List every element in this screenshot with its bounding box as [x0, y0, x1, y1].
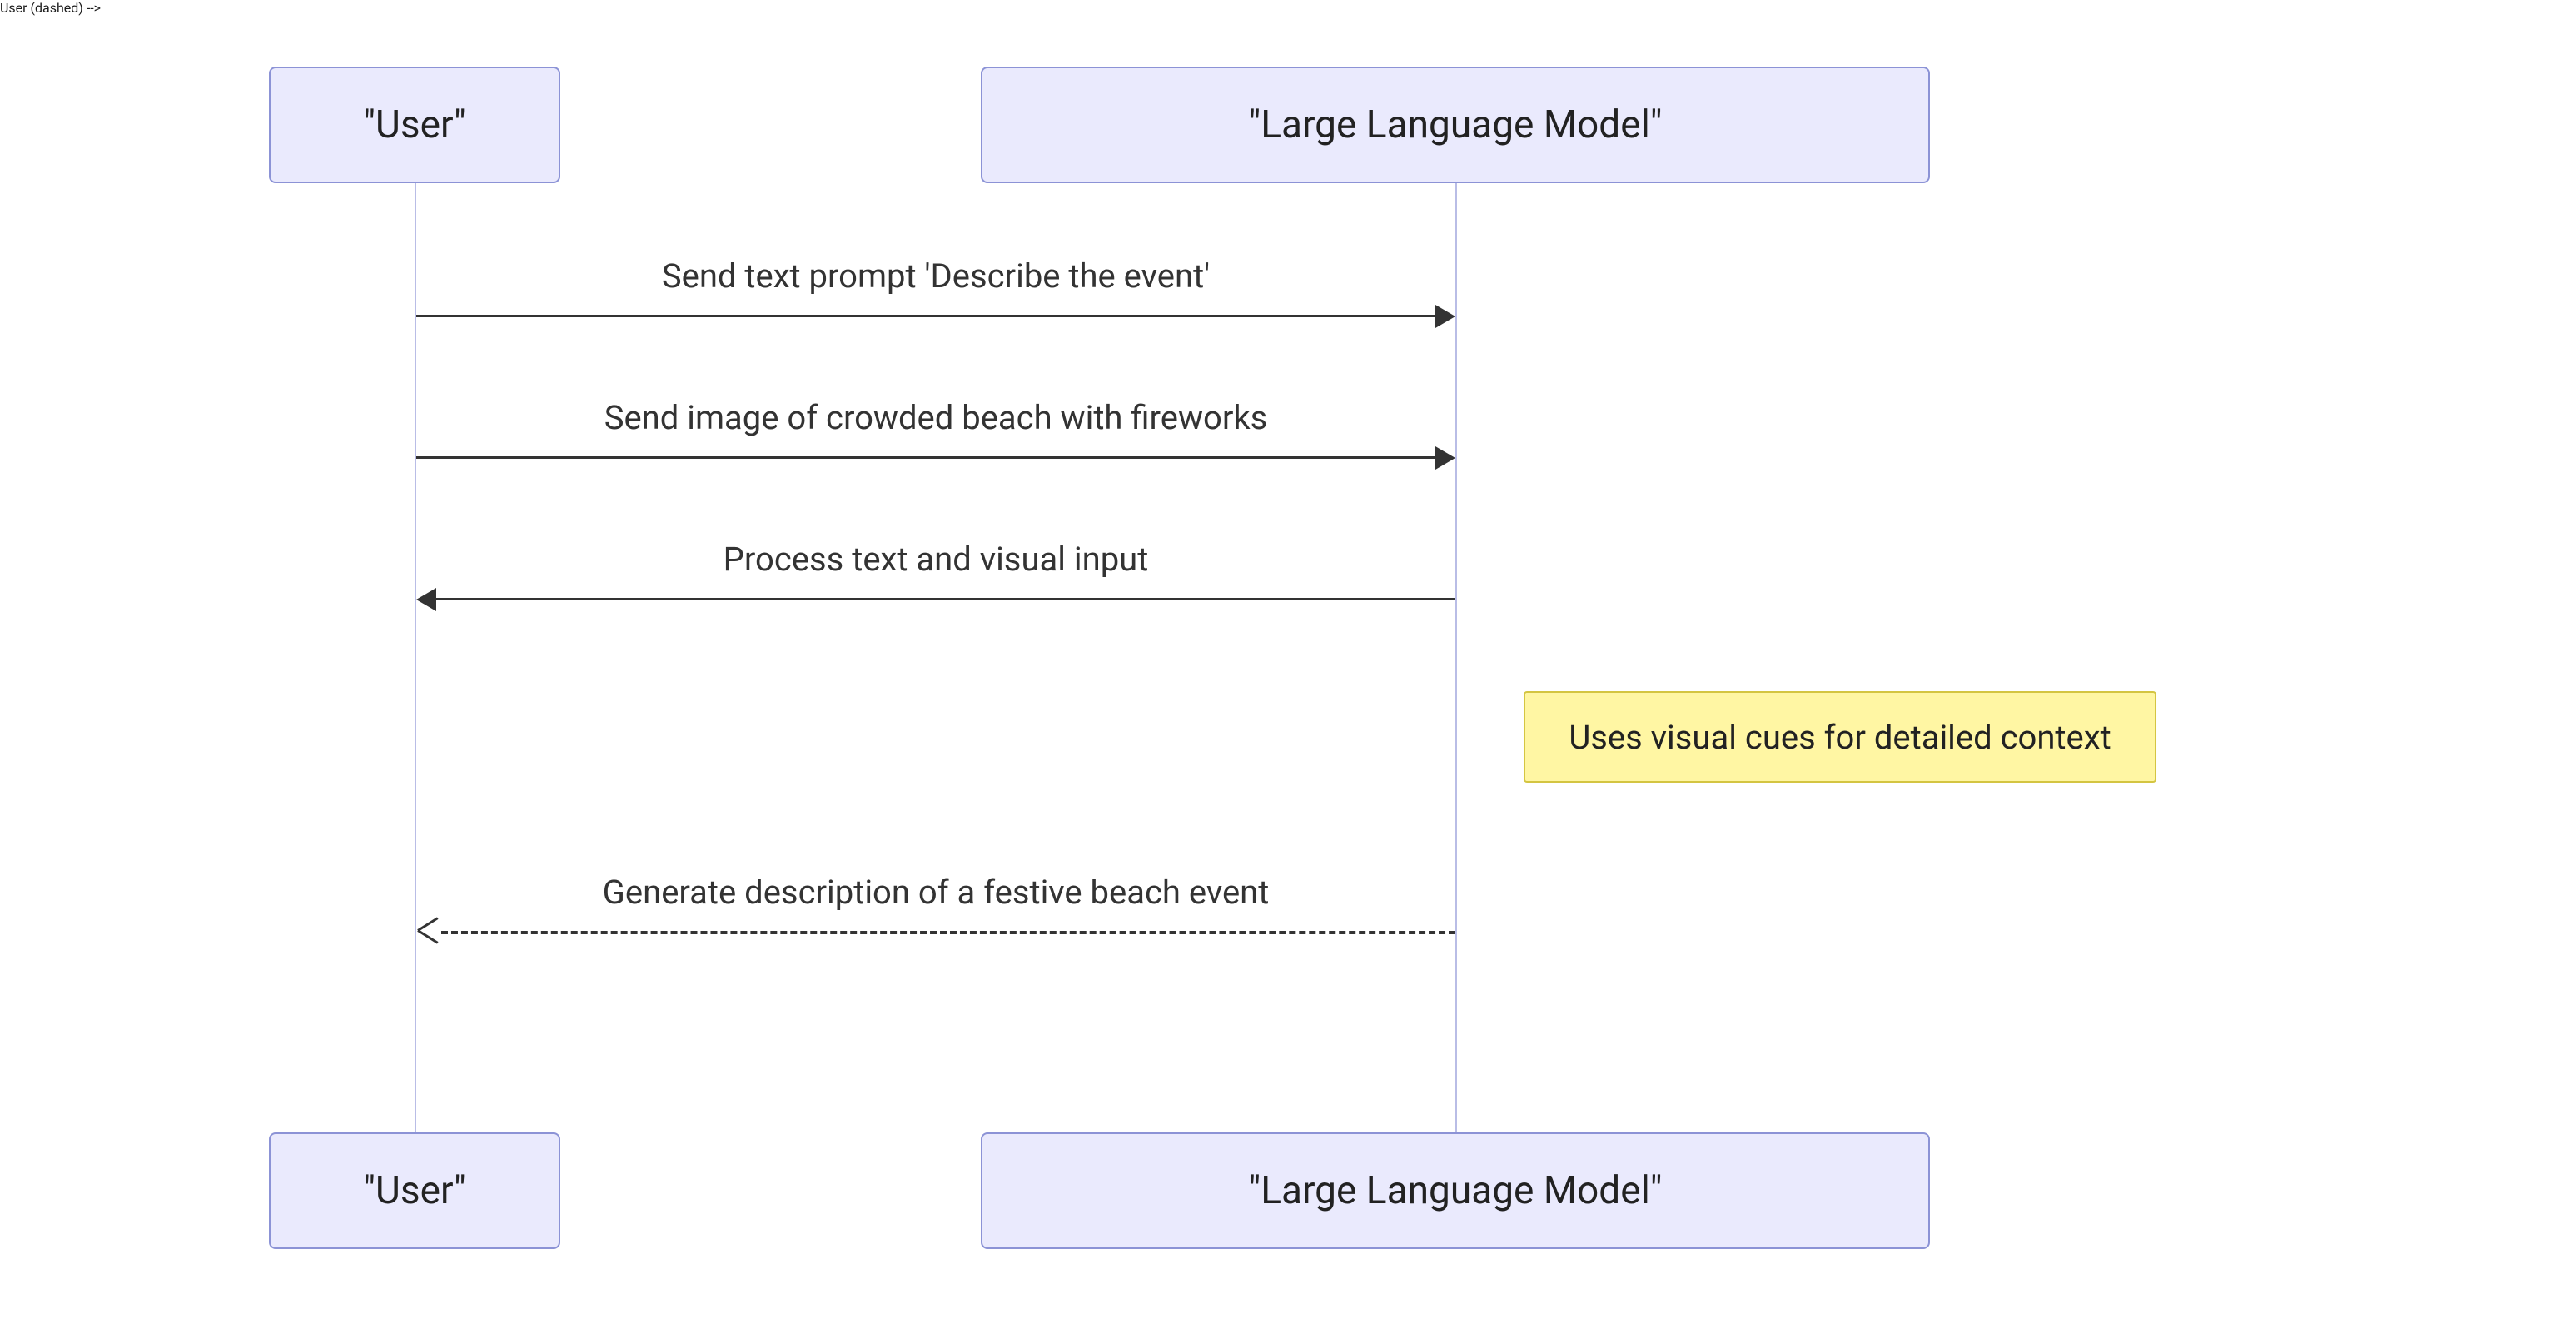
message-3-arrowhead [416, 588, 436, 611]
actor-user-bottom: "User" [269, 1132, 560, 1249]
message-4-label: Generate description of a festive beach … [416, 873, 1455, 912]
actor-llm-label: "Large Language Model" [1248, 102, 1662, 147]
message-3-label: Process text and visual input [416, 540, 1455, 579]
actor-llm-top: "Large Language Model" [981, 67, 1930, 183]
message-2-arrowhead [1435, 446, 1455, 470]
actor-user-top: "User" [269, 67, 560, 183]
lifeline-llm [1455, 183, 1457, 1132]
actor-llm-label-bottom: "Large Language Model" [1248, 1168, 1662, 1213]
message-4-arrowhead [418, 919, 438, 943]
message-1-label: Send text prompt 'Describe the event' [416, 256, 1455, 296]
actor-user-label: "User" [363, 102, 465, 147]
message-1-arrowhead [1435, 305, 1455, 328]
sequence-diagram: "User" "Large Language Model" "User" "La… [0, 0, 2576, 1324]
note-text: Uses visual cues for detailed context [1569, 718, 2111, 757]
actor-user-label-bottom: "User" [363, 1168, 465, 1213]
actor-llm-bottom: "Large Language Model" [981, 1132, 1930, 1249]
message-1-arrow [416, 315, 1435, 317]
message-3-arrow [436, 598, 1455, 600]
message-2-label: Send image of crowded beach with firewor… [416, 398, 1455, 437]
note-visual-cues: Uses visual cues for detailed context [1524, 691, 2156, 783]
lifeline-user [415, 183, 416, 1132]
message-2-arrow [416, 456, 1435, 459]
message-4-arrow [441, 931, 1455, 934]
